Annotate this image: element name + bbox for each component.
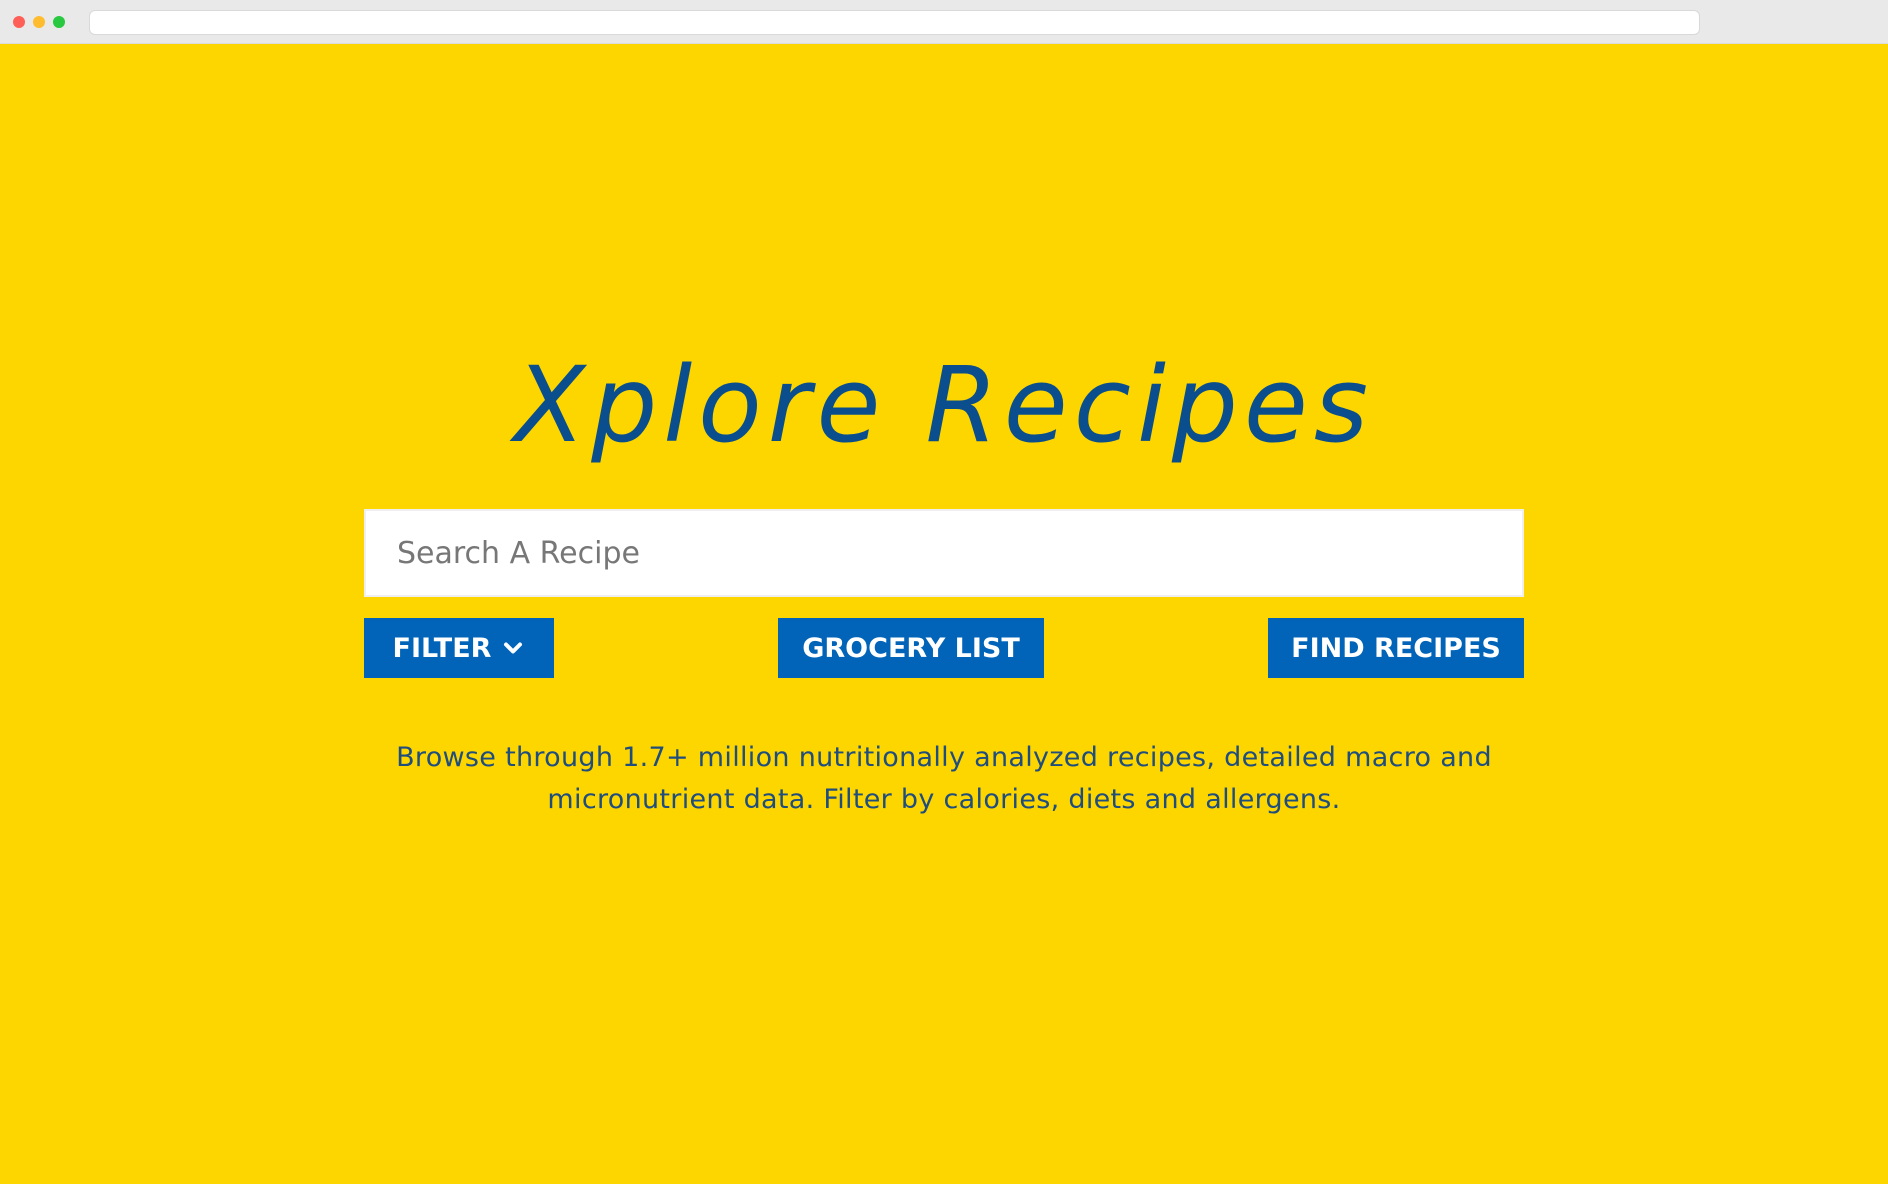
address-bar[interactable] [89, 10, 1700, 35]
search-box[interactable] [364, 509, 1524, 597]
grocery-list-button[interactable]: GROCERY LIST [778, 618, 1044, 678]
chevron-down-icon [504, 642, 523, 654]
find-recipes-button-label: FIND RECIPES [1291, 632, 1501, 664]
browser-chrome [0, 0, 1888, 44]
page-viewport: Xplore Recipes FILTER GROCERY LIST FIND … [0, 44, 1888, 1184]
find-recipes-button[interactable]: FIND RECIPES [1268, 618, 1524, 678]
filter-button[interactable]: FILTER [364, 618, 554, 678]
search-input[interactable] [366, 511, 1522, 595]
filter-button-label: FILTER [392, 632, 492, 664]
close-window-button[interactable] [13, 16, 25, 28]
page-title: Xplore Recipes [513, 344, 1375, 466]
grocery-list-button-label: GROCERY LIST [802, 632, 1020, 664]
recipe-description: Browse through 1.7+ million nutritionall… [396, 742, 1492, 815]
window-controls [13, 16, 65, 28]
minimize-window-button[interactable] [33, 16, 45, 28]
maximize-window-button[interactable] [53, 16, 65, 28]
